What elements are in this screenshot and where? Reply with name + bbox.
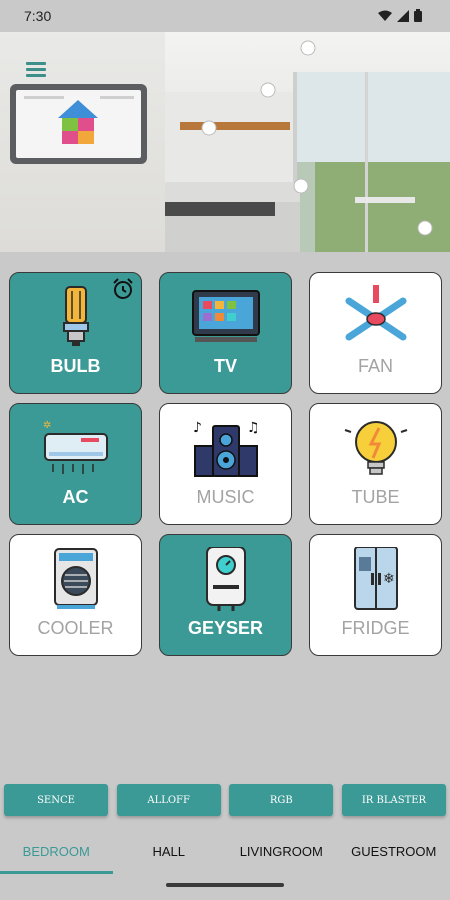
ir-blaster-button[interactable]: IR BLASTER: [341, 784, 446, 816]
device-label: GEYSER: [187, 618, 264, 638]
device-label: TV: [213, 356, 237, 376]
alarm-icon: [113, 278, 133, 299]
device-tile-bulb[interactable]: BULB: [9, 272, 142, 394]
device-tile-cooler[interactable]: COOLER: [9, 534, 142, 656]
status-bar: 7:30: [0, 0, 450, 32]
device-label: AC: [62, 487, 89, 507]
sence-button[interactable]: SENCE: [4, 784, 108, 816]
battery-icon: [414, 9, 422, 22]
device-label: FRIDGE: [341, 618, 410, 638]
device-tile-fan[interactable]: FAN: [309, 272, 442, 394]
cooler-icon: [53, 548, 98, 609]
hero-tablet-image: [0, 32, 165, 252]
device-tile-geyser[interactable]: GEYSER: [159, 534, 292, 656]
tab-livingroom[interactable]: LIVINGROOM: [225, 826, 338, 876]
tab-bedroom[interactable]: BEDROOM: [0, 826, 113, 876]
svg-text:♫: ♫: [247, 420, 260, 436]
room-tabs: BEDROOM HALL LIVINGROOM GUESTROOM: [0, 826, 450, 876]
device-tile-ac[interactable]: ✲ AC: [9, 403, 142, 525]
device-label: TUBE: [351, 487, 400, 507]
tab-guestroom[interactable]: GUESTROOM: [338, 826, 450, 876]
device-grid: BULB TV FAN ✲ AC ♪ ♫ MUSIC TUBE COOLER G…: [9, 272, 442, 656]
svg-text:❄: ❄: [383, 571, 395, 587]
tab-hall[interactable]: HALL: [113, 826, 226, 876]
fridge-icon: ❄: [353, 547, 398, 610]
device-label: FAN: [357, 356, 393, 376]
status-time: 7:30: [24, 8, 52, 24]
tv-icon: [191, 290, 260, 342]
music-icon: ♪ ♫: [193, 420, 260, 477]
device-label: MUSIC: [196, 487, 255, 507]
hero-kitchen-image: [165, 32, 450, 252]
action-row: SENCE ALLOFF RGB IR BLASTER: [4, 784, 446, 816]
bulb-icon: [62, 286, 89, 346]
wifi-icon: [378, 10, 392, 21]
home-indicator[interactable]: [166, 883, 284, 887]
device-label: BULB: [50, 356, 101, 376]
geyser-icon: [205, 547, 246, 611]
device-tile-tv[interactable]: TV: [159, 272, 292, 394]
svg-text:♪: ♪: [193, 420, 202, 436]
tablet-illustration: [10, 84, 147, 164]
device-tile-fridge[interactable]: ❄ FRIDGE: [309, 534, 442, 656]
ac-icon: ✲: [43, 420, 108, 474]
fan-icon: [345, 285, 406, 341]
all-off-button[interactable]: ALLOFF: [116, 784, 221, 816]
rgb-button[interactable]: RGB: [229, 784, 334, 816]
device-tile-music[interactable]: ♪ ♫ MUSIC: [159, 403, 292, 525]
device-label: COOLER: [37, 618, 114, 638]
hero-banner: [0, 32, 450, 252]
tube-icon: [344, 421, 407, 475]
signal-icon: [397, 9, 409, 22]
device-tile-tube[interactable]: TUBE: [309, 403, 442, 525]
kitchen-illustration: [165, 40, 450, 252]
svg-text:✲: ✲: [43, 420, 51, 431]
menu-icon[interactable]: [26, 62, 46, 78]
status-icons: [378, 9, 422, 22]
